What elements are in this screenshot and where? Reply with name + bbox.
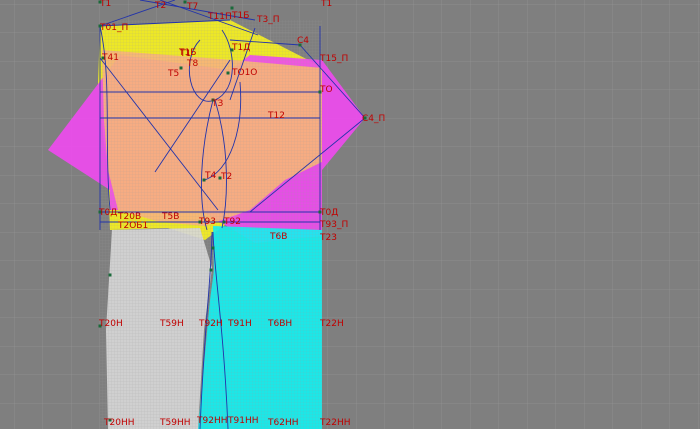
point-label: C4 — [297, 36, 309, 46]
control-point[interactable] — [230, 6, 234, 10]
point-label: T01_П — [99, 23, 128, 33]
point-label: T5 — [167, 69, 179, 79]
point-label: T4 — [204, 171, 216, 181]
point-label: T92Н — [198, 319, 223, 329]
point-label: T92НН — [196, 416, 228, 426]
point-label: T91НН — [227, 416, 259, 426]
point-label: T15_П — [319, 54, 348, 64]
control-point[interactable] — [209, 268, 213, 272]
point-label: T93 — [198, 217, 216, 227]
point-label: T59Н — [159, 319, 184, 329]
point-label: T1Б — [231, 11, 249, 21]
control-point[interactable] — [226, 71, 230, 75]
point-label: TЗ — [211, 99, 223, 109]
point-label: T20НН — [103, 418, 135, 428]
point-label: T8 — [186, 59, 198, 69]
point-label: C4_П — [362, 114, 385, 124]
point-label: T91Н — [227, 319, 252, 329]
point-label: T11П — [207, 12, 232, 22]
control-point[interactable] — [179, 66, 183, 70]
point-label: TО1О — [231, 68, 257, 78]
point-label: T12 — [267, 111, 285, 121]
control-point[interactable] — [211, 246, 215, 250]
pattern-canvas[interactable]: T1 T2 T7 T11П T3_П T1 T01_П T1Б T1Д C4 T15_П T8 T5 T4… — [0, 0, 700, 429]
point-label: T59НН — [159, 418, 191, 428]
point-label: TО — [319, 85, 333, 95]
point-label: T2 — [220, 172, 232, 182]
point-label: T7 — [186, 2, 198, 12]
point-label: T2ОБ1 — [117, 221, 148, 231]
point-label: T3_П — [256, 15, 280, 25]
point-label: T0Д — [98, 208, 117, 218]
point-label: T22Н — [319, 319, 344, 329]
point-label: T1 — [99, 0, 111, 9]
point-label: T92 — [223, 217, 241, 227]
point-label: T1Д — [231, 43, 250, 53]
point-label: T2 — [154, 1, 166, 11]
point-label: T5В — [161, 212, 179, 222]
point-label: T20Н — [98, 319, 123, 329]
point-label: T1Б — [178, 48, 196, 58]
point-label: T1 — [320, 0, 332, 9]
point-label: T93_П — [319, 220, 348, 230]
point-label: T23 — [319, 233, 337, 243]
control-point[interactable] — [108, 273, 112, 277]
point-label: T6ВН — [267, 319, 292, 329]
point-label: T41 — [101, 53, 119, 63]
point-label: T0Д — [319, 208, 338, 218]
point-label: T6В — [269, 232, 287, 242]
point-label: T22НН — [319, 418, 351, 428]
point-label: T62НН — [267, 418, 299, 428]
